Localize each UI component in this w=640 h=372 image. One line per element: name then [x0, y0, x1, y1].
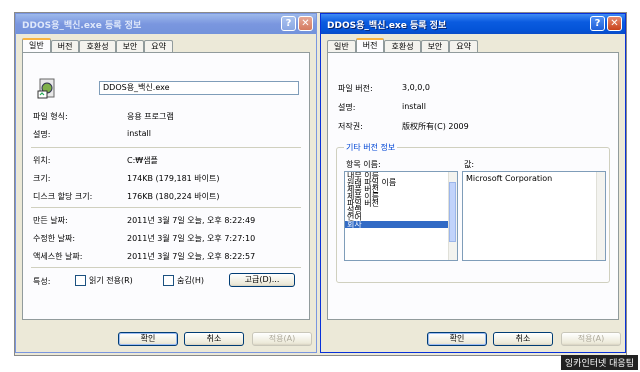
description-label: 설명:	[33, 130, 51, 139]
window-title: DDOS용_백신.exe 등록 정보	[327, 20, 447, 31]
apply-button[interactable]: 적용(A)	[252, 332, 312, 346]
created-value: 2011년 3월 7일 오늘, 오후 8:22:49	[127, 216, 256, 225]
description-value: install	[127, 129, 151, 138]
ok-button[interactable]: 확인	[427, 332, 487, 346]
value-text: Microsoft Corporation	[466, 174, 553, 183]
modified-value: 2011년 3월 7일 오늘, 오후 7:27:10	[127, 234, 256, 243]
general-panel: DDOS용_백신.exe 파일 형식: 응용 프로그램 설명: install …	[22, 52, 310, 320]
properties-window-general: DDOS용_백신.exe 등록 정보 ? ✕ 일반 버전 호환성 보안 요약 D…	[15, 13, 317, 353]
help-button[interactable]: ?	[590, 16, 605, 31]
ok-button[interactable]: 확인	[118, 332, 178, 346]
modified-label: 수정한 날짜:	[33, 234, 76, 243]
window-title: DDOS용_백신.exe 등록 정보	[22, 20, 142, 31]
divider	[31, 147, 301, 148]
location-value: C:₩샘플	[127, 156, 158, 165]
readonly-checkbox[interactable]: 읽기 전용(R)	[75, 275, 133, 286]
item-name-list[interactable]: 내부 이름 원래 파일 이름 제품 버전 제품 이름 파일 버전 설명 언어 회…	[344, 171, 458, 261]
tab-strip: 일반 버전 호환성 보안 요약	[22, 38, 174, 54]
tab-strip: 일반 버전 호환성 보안 요약	[327, 38, 479, 54]
group-label: 기타 버전 정보	[344, 142, 398, 153]
description-label: 설명:	[338, 103, 356, 112]
location-label: 위치:	[33, 156, 51, 165]
version-panel: 파일 버전: 3,0,0,0 설명: install 저작권: 版权所有(C) …	[327, 52, 619, 320]
type-value: 응용 프로그램	[127, 112, 174, 121]
exe-file-icon	[37, 78, 55, 99]
scrollbar[interactable]	[448, 172, 457, 260]
disk-size-label: 디스크 할당 크기:	[33, 192, 93, 201]
checkbox-box[interactable]	[75, 275, 86, 286]
scrollbar-thumb[interactable]	[449, 182, 456, 242]
title-bar[interactable]: DDOS용_백신.exe 등록 정보 ? ✕	[321, 14, 625, 34]
help-button[interactable]: ?	[281, 16, 296, 31]
file-version-label: 파일 버전:	[338, 84, 373, 93]
cancel-button[interactable]: 취소	[493, 332, 553, 346]
created-label: 만든 날짜:	[33, 216, 68, 225]
screenshot-frame: DDOS용_백신.exe 등록 정보 ? ✕ 일반 버전 호환성 보안 요약 D…	[14, 12, 627, 356]
accessed-value: 2011년 3월 7일 오늘, 오후 8:22:57	[127, 252, 256, 261]
description-value: install	[402, 102, 426, 111]
divider	[31, 207, 301, 208]
watermark-label: 잉카인터넷 대응팀	[560, 355, 638, 370]
close-button[interactable]: ✕	[298, 16, 313, 31]
checkbox-box[interactable]	[163, 275, 174, 286]
cancel-button[interactable]: 취소	[184, 332, 244, 346]
hidden-label: 숨김(H)	[177, 276, 204, 285]
item-name-label: 항목 이름:	[346, 160, 381, 169]
type-label: 파일 형식:	[33, 112, 68, 121]
close-button[interactable]: ✕	[607, 16, 622, 31]
scrollbar[interactable]	[596, 172, 605, 260]
advanced-button[interactable]: 고급(D)...	[229, 273, 295, 287]
value-box[interactable]: Microsoft Corporation	[462, 171, 606, 261]
file-version-value: 3,0,0,0	[402, 83, 430, 92]
divider	[31, 267, 301, 268]
properties-window-version: DDOS용_백신.exe 등록 정보 ? ✕ 일반 버전 호환성 보안 요약 파…	[320, 13, 626, 353]
disk-size-value: 176KB (180,224 바이트)	[127, 192, 220, 201]
size-label: 크기:	[33, 174, 51, 183]
filename-field[interactable]: DDOS용_백신.exe	[99, 81, 299, 95]
value-label: 값:	[464, 160, 475, 169]
hidden-checkbox[interactable]: 숨김(H)	[163, 275, 204, 286]
accessed-label: 액세스한 날짜:	[33, 252, 83, 261]
size-value: 174KB (179,181 바이트)	[127, 174, 220, 183]
readonly-label: 읽기 전용(R)	[89, 276, 133, 285]
list-item-selected[interactable]: 회사	[345, 221, 457, 229]
copyright-label: 저작권:	[338, 122, 363, 131]
attributes-label: 특성:	[33, 277, 51, 286]
apply-button[interactable]: 적용(A)	[561, 332, 621, 346]
title-bar[interactable]: DDOS용_백신.exe 등록 정보 ? ✕	[16, 14, 316, 34]
copyright-value: 版权所有(C) 2009	[402, 122, 469, 131]
